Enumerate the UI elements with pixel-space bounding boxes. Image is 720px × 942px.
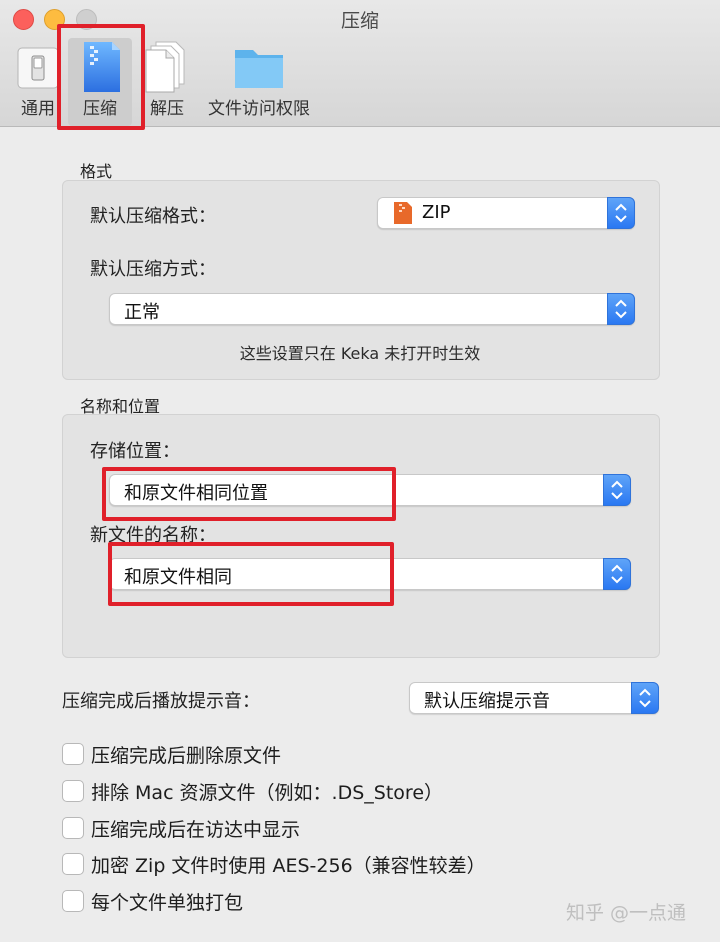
popup-arrows <box>603 558 631 590</box>
checkbox[interactable] <box>62 890 84 912</box>
popup-arrows <box>631 682 659 714</box>
tab-compress-label: 压缩 <box>83 99 117 119</box>
popup-arrows <box>603 474 631 506</box>
sound-popup[interactable]: 默认压缩提示音 <box>409 682 659 714</box>
format-section-title: 格式 <box>80 162 113 181</box>
popup-arrows <box>607 197 635 229</box>
watermark: 知乎 @一点通 <box>566 902 687 924</box>
default-method-label: 默认压缩方式： <box>90 259 216 280</box>
tab-file-access[interactable]: 文件访问权限 <box>202 38 316 126</box>
checkbox[interactable] <box>62 743 84 765</box>
new-name-label: 新文件的名称： <box>90 525 216 546</box>
option-label: 压缩完成后在访达中显示 <box>91 819 301 841</box>
option-label: 压缩完成后删除原文件 <box>91 745 282 767</box>
tab-file-access-label: 文件访问权限 <box>208 99 310 119</box>
sound-value: 默认压缩提示音 <box>424 691 550 712</box>
default-format-label: 默认压缩格式： <box>90 206 216 227</box>
save-location-popup[interactable]: 和原文件相同位置 <box>109 474 631 506</box>
option-label: 排除 Mac 资源文件（例如：.DS_Store） <box>91 782 444 804</box>
window-title: 压缩 <box>340 10 379 32</box>
window-titlebar: 压缩 通用 压缩 解压 文件访问权限 <box>0 0 720 127</box>
popup-arrows <box>607 293 635 325</box>
option-label: 每个文件单独打包 <box>91 892 244 914</box>
zip-file-icon <box>84 42 120 92</box>
checkbox[interactable] <box>62 780 84 802</box>
switch-icon <box>17 47 59 89</box>
chevron-updown-icon <box>639 688 651 708</box>
documents-icon <box>145 41 185 93</box>
checkbox[interactable] <box>62 817 84 839</box>
default-method-value: 正常 <box>124 302 160 323</box>
tab-extract[interactable]: 解压 <box>140 38 194 126</box>
default-method-popup[interactable]: 正常 <box>109 293 635 325</box>
default-format-value: ZIP <box>422 202 451 223</box>
new-name-value: 和原文件相同 <box>124 567 232 588</box>
save-location-value: 和原文件相同位置 <box>124 483 268 504</box>
tab-compress[interactable]: 压缩 <box>68 38 132 126</box>
sound-label: 压缩完成后播放提示音： <box>62 691 260 712</box>
chevron-updown-icon <box>615 203 627 223</box>
new-name-popup[interactable]: 和原文件相同 <box>109 558 631 590</box>
default-format-popup[interactable]: ZIP <box>377 197 635 229</box>
tab-extract-label: 解压 <box>150 99 184 119</box>
format-hint: 这些设置只在 Keka 未打开时生效 <box>239 344 481 363</box>
option-label: 加密 Zip 文件时使用 AES-256（兼容性较差） <box>91 855 486 877</box>
chevron-updown-icon <box>615 299 627 319</box>
zip-archive-icon <box>394 202 412 224</box>
folder-icon <box>235 50 283 88</box>
tab-general-label: 通用 <box>21 99 55 119</box>
tab-general[interactable]: 通用 <box>12 38 64 126</box>
chevron-updown-icon <box>611 564 623 584</box>
save-location-label: 存储位置： <box>90 441 180 462</box>
checkbox[interactable] <box>62 853 84 875</box>
chevron-updown-icon <box>611 480 623 500</box>
